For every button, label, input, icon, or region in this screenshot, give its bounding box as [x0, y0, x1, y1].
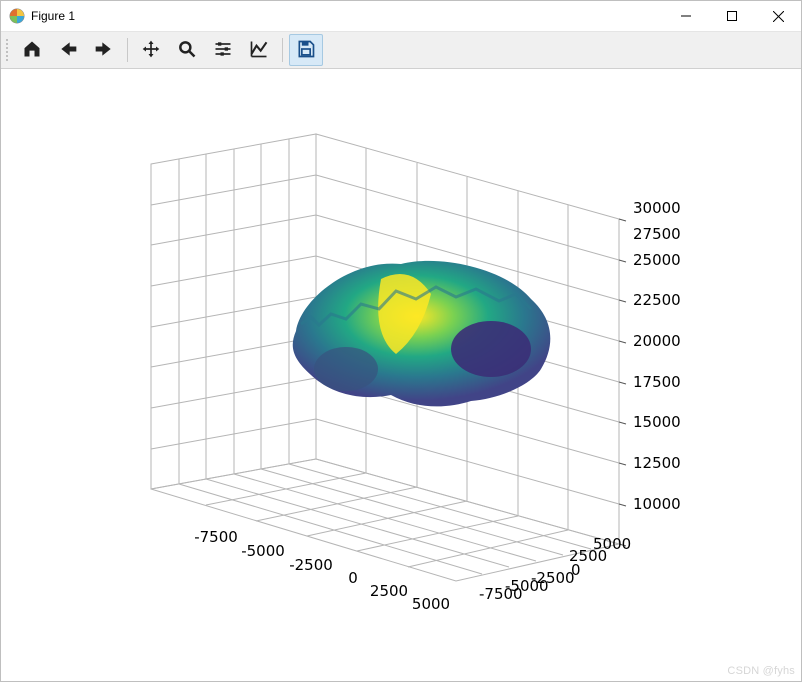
svg-text:5000: 5000 — [593, 535, 631, 553]
axes-3d[interactable]: 10000 12500 15000 17500 20000 22500 2500… — [1, 69, 801, 682]
window-title: Figure 1 — [31, 9, 75, 23]
move-icon — [141, 39, 161, 62]
floppy-disk-icon — [296, 39, 316, 62]
figure-canvas[interactable]: 10000 12500 15000 17500 20000 22500 2500… — [1, 69, 801, 681]
edit-params-button[interactable] — [242, 34, 276, 66]
svg-text:5000: 5000 — [412, 595, 450, 613]
svg-text:12500: 12500 — [633, 454, 681, 472]
svg-text:30000: 30000 — [633, 199, 681, 217]
line-chart-icon — [249, 39, 269, 62]
svg-text:10000: 10000 — [633, 495, 681, 513]
window-maximize-button[interactable] — [709, 1, 755, 31]
svg-text:27500: 27500 — [633, 225, 681, 243]
home-icon — [22, 39, 42, 62]
toolbar-separator — [282, 38, 283, 62]
svg-text:-2500: -2500 — [289, 556, 333, 574]
arrow-left-icon — [58, 39, 78, 62]
arrow-right-icon — [94, 39, 114, 62]
sliders-icon — [213, 39, 233, 62]
app-icon — [9, 8, 25, 24]
svg-text:20000: 20000 — [633, 332, 681, 350]
figure-window: Figure 1 — [0, 0, 802, 682]
configure-subplots-button[interactable] — [206, 34, 240, 66]
matplotlib-toolbar — [1, 32, 801, 69]
axis-ticks — [619, 219, 626, 546]
svg-text:-5000: -5000 — [241, 542, 285, 560]
pan-button[interactable] — [134, 34, 168, 66]
window-minimize-button[interactable] — [663, 1, 709, 31]
svg-text:22500: 22500 — [633, 291, 681, 309]
forward-button[interactable] — [87, 34, 121, 66]
z-axis-tick-labels: 10000 12500 15000 17500 20000 22500 2500… — [633, 199, 681, 513]
svg-text:-2500: -2500 — [531, 569, 575, 587]
svg-text:2500: 2500 — [370, 582, 408, 600]
magnifier-icon — [177, 39, 197, 62]
svg-text:0: 0 — [348, 569, 358, 587]
watermark-text: CSDN @fyhs — [727, 665, 795, 677]
home-button[interactable] — [15, 34, 49, 66]
surface-plot — [293, 261, 551, 406]
toolbar-handle-icon — [5, 38, 9, 62]
titlebar: Figure 1 — [1, 1, 801, 32]
toolbar-separator — [127, 38, 128, 62]
svg-text:25000: 25000 — [633, 251, 681, 269]
back-button[interactable] — [51, 34, 85, 66]
zoom-button[interactable] — [170, 34, 204, 66]
svg-text:-7500: -7500 — [194, 528, 238, 546]
svg-text:15000: 15000 — [633, 413, 681, 431]
save-button[interactable] — [289, 34, 323, 66]
window-close-button[interactable] — [755, 1, 801, 31]
svg-text:17500: 17500 — [633, 373, 681, 391]
